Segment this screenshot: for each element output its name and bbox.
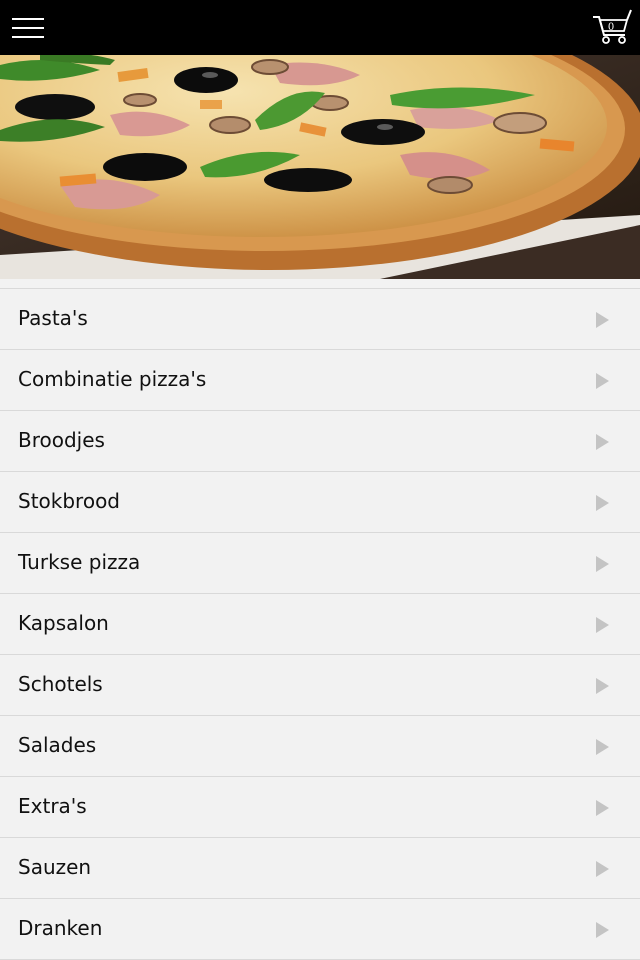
category-label: Salades	[18, 733, 97, 757]
category-item-stokbrood[interactable]: Stokbrood	[0, 472, 640, 533]
chevron-right-icon	[596, 861, 609, 877]
chevron-right-icon	[596, 434, 609, 450]
chevron-right-icon	[596, 495, 609, 511]
category-label: Kapsalon	[18, 611, 109, 635]
chevron-right-icon	[596, 922, 609, 938]
category-item-schotels[interactable]: Schotels	[0, 655, 640, 716]
chevron-right-icon	[596, 312, 609, 328]
top-bar: 0	[0, 0, 640, 55]
category-label: Combinatie pizza's	[18, 367, 207, 391]
category-label: Pasta's	[18, 306, 88, 330]
hamburger-menu-icon[interactable]	[12, 16, 44, 40]
chevron-right-icon	[596, 739, 609, 755]
cart-count-badge: 0	[607, 22, 615, 33]
category-item-salades[interactable]: Salades	[0, 716, 640, 777]
category-label: Stokbrood	[18, 489, 121, 513]
category-item-turkse-pizza[interactable]: Turkse pizza	[0, 533, 640, 594]
app-screen: 0 Pasta's Combinatie pizza's Broodjes St…	[0, 0, 640, 960]
category-item-combinatie-pizzas[interactable]: Combinatie pizza's	[0, 350, 640, 411]
chevron-right-icon	[596, 617, 609, 633]
chevron-right-icon	[596, 556, 609, 572]
category-item-kapsalon[interactable]: Kapsalon	[0, 594, 640, 655]
chevron-right-icon	[596, 678, 609, 694]
category-label: Schotels	[18, 672, 103, 696]
category-label: Dranken	[18, 916, 103, 940]
pizza-hero-image	[0, 55, 640, 279]
category-label: Turkse pizza	[18, 550, 141, 574]
category-list: Pasta's Combinatie pizza's Broodjes Stok…	[0, 288, 640, 960]
category-item-broodjes[interactable]: Broodjes	[0, 411, 640, 472]
category-label: Extra's	[18, 794, 87, 818]
category-label: Broodjes	[18, 428, 105, 452]
category-item-extras[interactable]: Extra's	[0, 777, 640, 838]
chevron-right-icon	[596, 373, 609, 389]
category-item-dranken[interactable]: Dranken	[0, 899, 640, 960]
category-item-pastas[interactable]: Pasta's	[0, 289, 640, 350]
category-item-sauzen[interactable]: Sauzen	[0, 838, 640, 899]
shopping-cart-button[interactable]: 0	[592, 8, 634, 48]
category-label: Sauzen	[18, 855, 92, 879]
chevron-right-icon	[596, 800, 609, 816]
